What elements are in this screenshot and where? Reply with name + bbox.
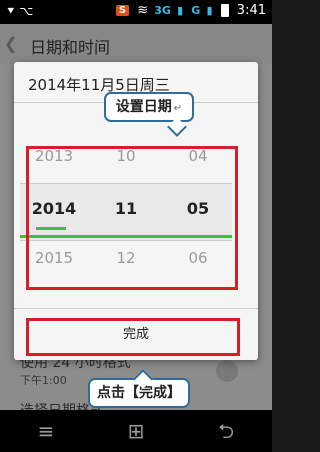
nav-bar: ≡ ⊞ ⮌ <box>0 410 272 452</box>
return-mark-icon: ↵ <box>173 103 183 114</box>
battery-icon <box>220 4 229 17</box>
status-bar: ⯆ ⌥ S ≋ 3G ▮ G ▮ 3:41 <box>0 0 272 24</box>
network-type-2: G <box>191 4 201 17</box>
home-icon[interactable]: ⊞ <box>116 418 156 444</box>
menu-icon[interactable]: ≡ <box>26 418 66 444</box>
clock: 3:41 <box>236 3 266 18</box>
notification-badge: S <box>115 5 130 16</box>
callout-set-date-text: 设置日期 <box>115 99 172 115</box>
callout-click-done-text: 点击【完成】 <box>97 385 181 401</box>
signal-icon: ▮ <box>177 4 184 17</box>
usb-icon: ⯆ ⌥ <box>6 4 34 18</box>
callout-click-done: 点击【完成】 <box>88 369 190 408</box>
status-icons: S ≋ 3G ▮ G ▮ 3:41 <box>115 3 266 18</box>
highlight-box-done <box>26 318 240 356</box>
divider <box>14 308 258 309</box>
signal-icon-2: ▮ <box>206 4 213 17</box>
highlight-box-picker <box>26 146 238 290</box>
back-icon[interactable]: ⮌ <box>206 418 246 444</box>
callout-set-date: 设置日期 ↵ <box>104 92 194 137</box>
wifi-icon: ≋ <box>137 3 149 18</box>
network-type: 3G <box>154 4 171 17</box>
